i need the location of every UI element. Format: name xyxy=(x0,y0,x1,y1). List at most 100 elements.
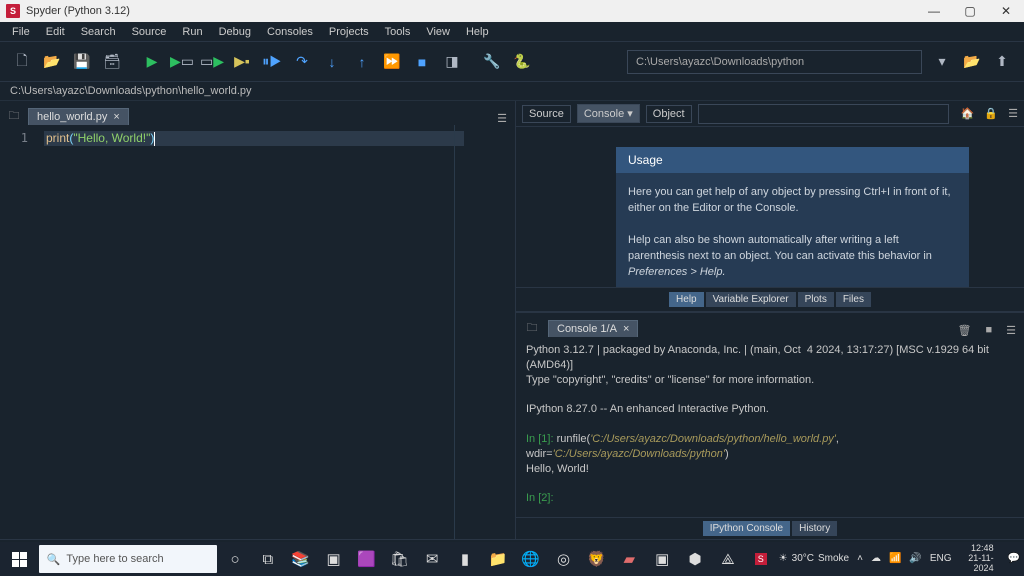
menu-view[interactable]: View xyxy=(418,24,458,40)
console-delete-icon[interactable]: 🗑 xyxy=(958,324,972,337)
pinned-app-3-icon[interactable]: 🟪 xyxy=(352,544,382,574)
help-object-label: Object xyxy=(646,105,692,123)
app-icon-1[interactable]: ▰ xyxy=(614,544,644,574)
console-tab-label: Console 1/A xyxy=(557,323,617,335)
console-options-icon[interactable]: ☰ xyxy=(1006,324,1016,337)
menu-help[interactable]: Help xyxy=(458,24,497,40)
menu-run[interactable]: Run xyxy=(174,24,210,40)
browse-dir-icon[interactable]: 📂 xyxy=(958,48,986,76)
edge-icon[interactable]: 🌐 xyxy=(516,544,546,574)
help-source-dropdown[interactable]: Console ▾ xyxy=(577,104,640,123)
tray-onedrive-icon[interactable]: ☁ xyxy=(871,553,881,564)
start-button[interactable] xyxy=(4,544,36,574)
close-button[interactable]: ✕ xyxy=(988,0,1024,22)
help-tab[interactable]: Help xyxy=(669,292,704,307)
taskbar-search[interactable]: 🔍 Type here to search xyxy=(39,545,217,573)
working-dir-input[interactable]: C:\Users\ayazc\Downloads\python xyxy=(627,50,922,74)
usage-paragraph-2: Help can also be shown automatically aft… xyxy=(628,233,957,281)
parent-dir-icon[interactable]: ⬆ xyxy=(988,48,1016,76)
app-icon-2[interactable]: ▣ xyxy=(647,544,677,574)
console-output[interactable]: Python 3.12.7 | packaged by Anaconda, In… xyxy=(516,337,1024,517)
maximize-pane-icon[interactable]: ◨ xyxy=(438,48,466,76)
vscode-icon[interactable]: ⟁ xyxy=(713,544,743,574)
menu-tools[interactable]: Tools xyxy=(377,24,419,40)
run-cell-advance-icon[interactable]: ▭▶ xyxy=(198,48,226,76)
editor-tab[interactable]: hello_world.py × xyxy=(28,108,129,125)
code-token-string: "Hello, World!" xyxy=(73,131,150,145)
explorer-icon[interactable]: 📁 xyxy=(483,544,513,574)
code-editor[interactable]: 1 print("Hello, World!") xyxy=(0,125,515,539)
maximize-button[interactable]: ▢ xyxy=(952,0,988,22)
file-path-breadcrumb: C:\Users\ayazc\Downloads\python\hello_wo… xyxy=(0,82,1024,101)
step-over-icon[interactable]: ↷ xyxy=(288,48,316,76)
code-token-func: print xyxy=(46,131,69,145)
menu-source[interactable]: Source xyxy=(124,24,175,40)
editor-options-icon[interactable]: ☰ xyxy=(493,112,511,125)
tray-wifi-icon[interactable]: 📶 xyxy=(889,553,901,564)
debug-icon[interactable]: ⏸▶ xyxy=(258,48,286,76)
brave-icon[interactable]: 🦁 xyxy=(582,544,612,574)
working-dir-text: C:\Users\ayazc\Downloads\python xyxy=(636,56,804,68)
console-browse-icon[interactable]: 🗀 xyxy=(522,319,542,337)
menu-consoles[interactable]: Consoles xyxy=(259,24,321,40)
tray-chevron-icon[interactable]: ˄ xyxy=(857,553,863,564)
help-options-icon[interactable]: ☰ xyxy=(1008,107,1018,120)
editor-pane: 🗀 hello_world.py × ☰ 1 print("Hello, Wor… xyxy=(0,101,516,539)
window-title: Spyder (Python 3.12) xyxy=(26,5,130,17)
mail-icon[interactable]: ✉ xyxy=(417,544,447,574)
editor-tab-close-icon[interactable]: × xyxy=(113,111,119,123)
app-icon-3[interactable]: ⬢ xyxy=(680,544,710,574)
tray-volume-icon[interactable]: 🔊 xyxy=(909,553,921,564)
weather-icon: ☀ xyxy=(779,553,788,564)
working-dir-dropdown-icon[interactable]: ▾ xyxy=(928,48,956,76)
step-into-icon[interactable]: ↓ xyxy=(318,48,346,76)
menu-debug[interactable]: Debug xyxy=(211,24,259,40)
history-tab[interactable]: History xyxy=(792,521,837,536)
notifications-icon[interactable]: 💬 xyxy=(1008,553,1020,564)
terminal-icon[interactable]: ▮ xyxy=(450,544,480,574)
console-tab[interactable]: Console 1/A × xyxy=(548,320,638,337)
minimize-button[interactable]: — xyxy=(916,0,952,22)
menu-projects[interactable]: Projects xyxy=(321,24,377,40)
spyder-taskbar-icon[interactable]: S xyxy=(746,544,776,574)
preferences-icon[interactable]: 🔧 xyxy=(478,48,506,76)
ipython-console-tab[interactable]: IPython Console xyxy=(703,521,790,536)
help-home-icon[interactable]: 🏠 xyxy=(961,107,975,120)
console-tab-close-icon[interactable]: × xyxy=(623,323,629,335)
menu-edit[interactable]: Edit xyxy=(38,24,73,40)
menu-search[interactable]: Search xyxy=(73,24,124,40)
editor-browse-icon[interactable]: 🗀 xyxy=(4,107,24,125)
menu-file[interactable]: File xyxy=(4,24,38,40)
files-tab[interactable]: Files xyxy=(836,292,871,307)
variable-explorer-tab[interactable]: Variable Explorer xyxy=(706,292,796,307)
python-path-icon[interactable]: 🐍 xyxy=(508,48,536,76)
line-number: 1 xyxy=(0,125,36,539)
taskbar-clock[interactable]: 12:48 21-11-2024 xyxy=(960,544,1000,574)
open-folder-icon[interactable]: 📂 xyxy=(38,48,66,76)
run-selection-icon[interactable]: ▶▪ xyxy=(228,48,256,76)
plots-tab[interactable]: Plots xyxy=(798,292,834,307)
save-icon[interactable]: 💾 xyxy=(68,48,96,76)
store-icon[interactable]: 🛍 xyxy=(384,544,414,574)
help-object-input[interactable] xyxy=(698,104,949,124)
run-cell-icon[interactable]: ▶▭ xyxy=(168,48,196,76)
main-toolbar: 🗋 📂 💾 🗃 ▶ ▶▭ ▭▶ ▶▪ ⏸▶ ↷ ↓ ↑ ⏩ ■ ◨ 🔧 🐍 C:… xyxy=(0,42,1024,82)
tray-language[interactable]: ENG xyxy=(930,553,952,564)
search-icon: 🔍 xyxy=(47,553,61,566)
save-all-icon[interactable]: 🗃 xyxy=(98,48,126,76)
help-lock-icon[interactable]: 🔒 xyxy=(984,107,998,120)
stop-debug-icon[interactable]: ■ xyxy=(408,48,436,76)
weather-widget[interactable]: ☀ 30°C Smoke xyxy=(779,553,849,564)
pinned-app-2-icon[interactable]: ▣ xyxy=(319,544,349,574)
chrome-icon[interactable]: ◎ xyxy=(549,544,579,574)
run-icon[interactable]: ▶ xyxy=(138,48,166,76)
console-stop-icon[interactable]: ■ xyxy=(985,324,992,337)
task-view-icon[interactable]: ⧉ xyxy=(253,544,283,574)
pinned-app-1-icon[interactable]: 📚 xyxy=(286,544,316,574)
editor-tab-label: hello_world.py xyxy=(37,111,107,123)
new-file-icon[interactable]: 🗋 xyxy=(8,48,36,76)
help-toolbar: Source Console ▾ Object 🏠 🔒 ☰ xyxy=(516,101,1024,127)
continue-icon[interactable]: ⏩ xyxy=(378,48,406,76)
step-out-icon[interactable]: ↑ xyxy=(348,48,376,76)
cortana-icon[interactable]: ○ xyxy=(220,544,250,574)
